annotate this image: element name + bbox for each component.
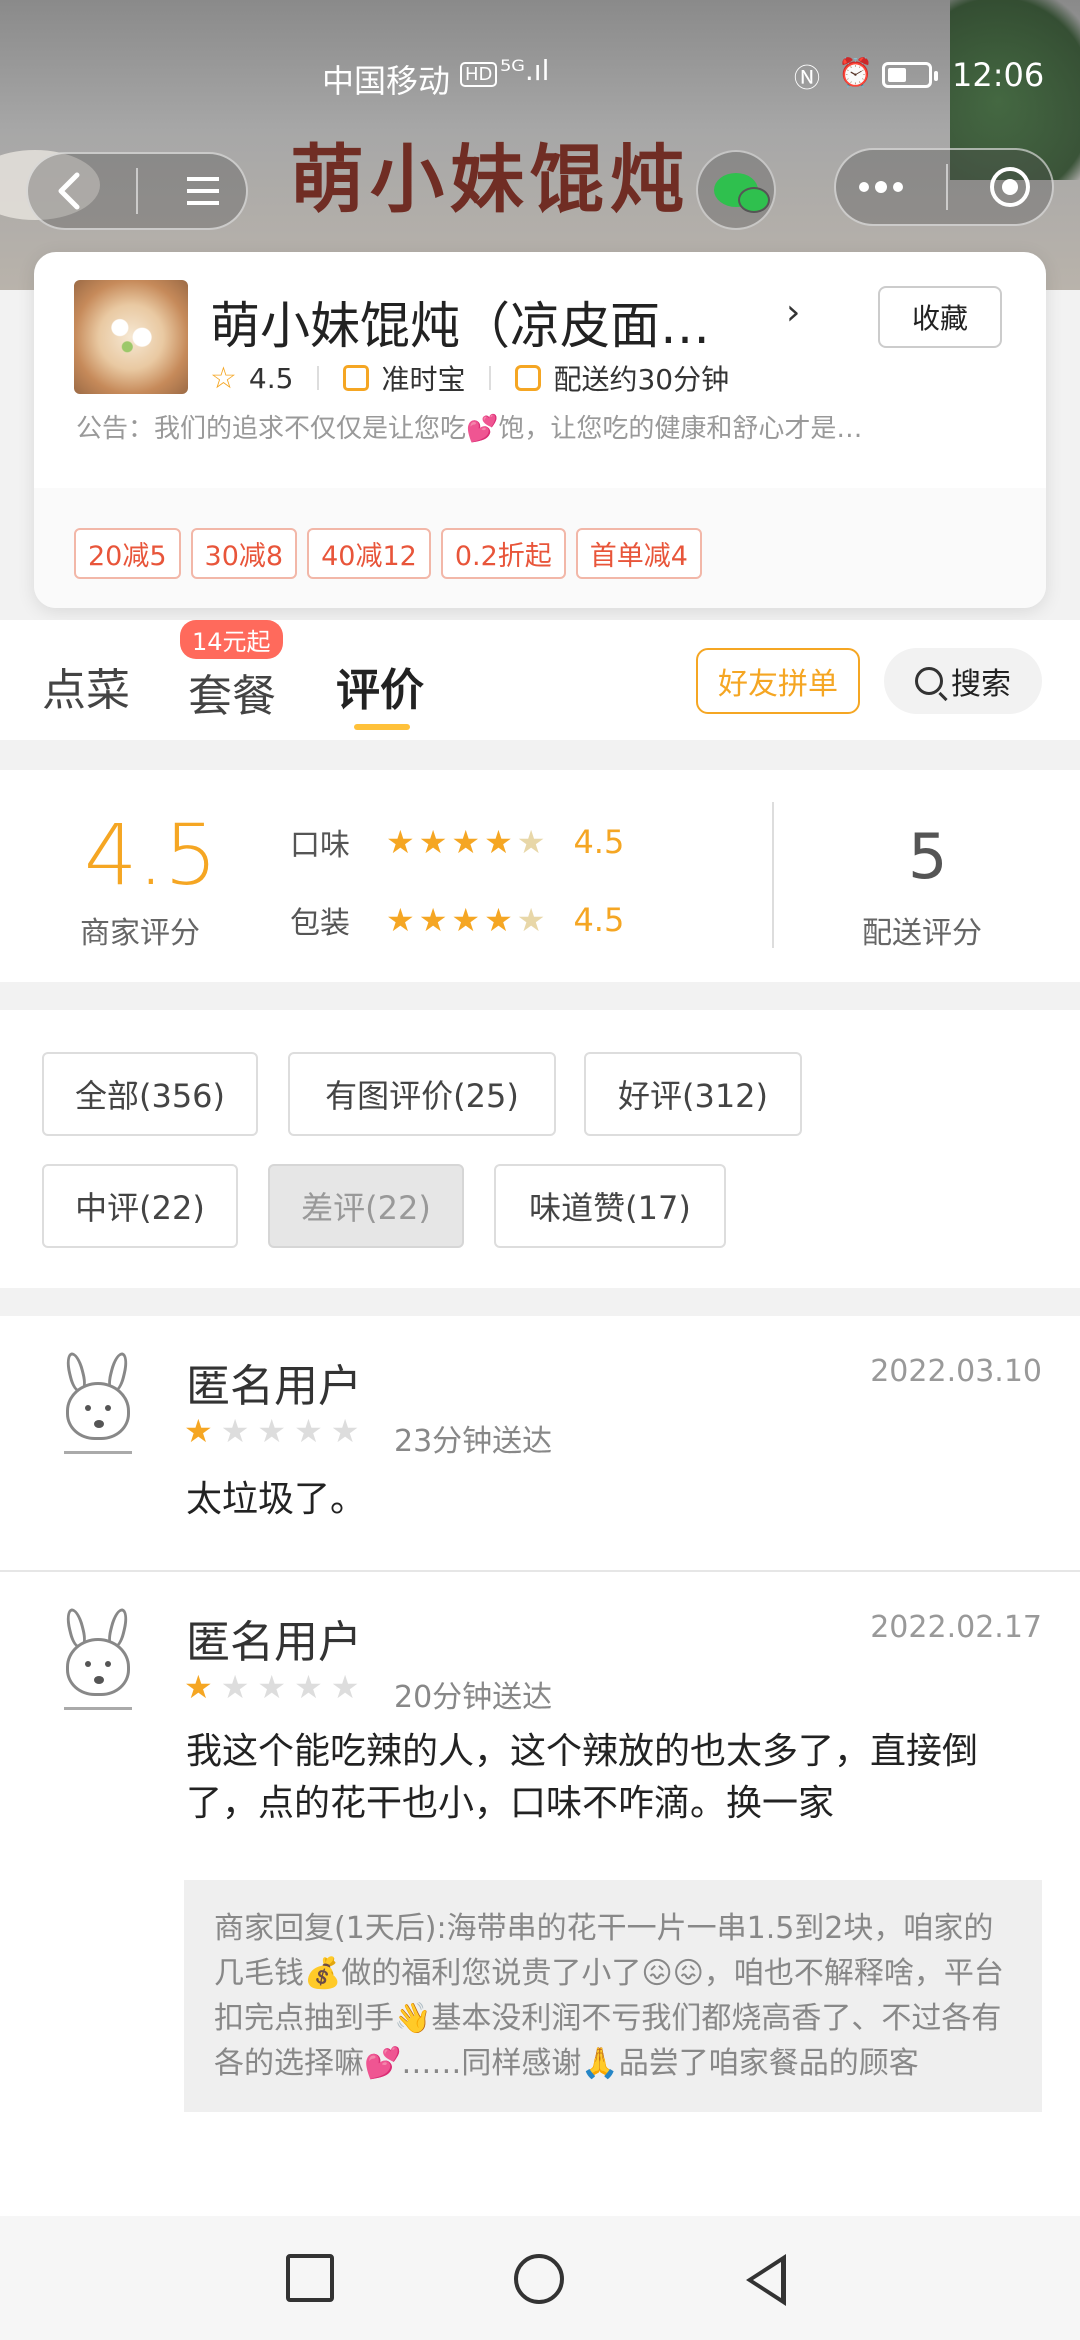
review-item: 匿名用户 2022.03.10 ★★★★★ 23分钟送达 太垃圾了。: [0, 1316, 1080, 1572]
system-nav-bar: [0, 2216, 1080, 2340]
packaging-row: 包装 ★★★★★ 4.5: [290, 898, 624, 942]
star-outline-icon: ☆: [210, 360, 237, 396]
half-star-icon: ★: [516, 901, 550, 939]
wechat-share-button[interactable]: [696, 150, 776, 230]
store-tabs: 点菜 14元起 套餐 评价 好友拼单 搜索: [0, 620, 1080, 740]
review-user: 匿名用户: [186, 1361, 362, 1412]
nav-pill: [26, 152, 248, 230]
wechat-icon: [714, 173, 770, 213]
search-label: 搜索: [951, 667, 1011, 702]
more-icon[interactable]: [856, 179, 906, 195]
filter-all[interactable]: 全部(356): [42, 1052, 258, 1136]
tab-reviews[interactable]: 评价: [336, 654, 424, 718]
meta-divider: [489, 366, 492, 390]
review-text: 我这个能吃辣的人，这个辣放的也太多了，直接倒了，点的花干也小，口味不咋滴。换一家: [186, 1731, 979, 1824]
review-text: 太垃圾了。: [186, 1479, 367, 1520]
promo-tag[interactable]: 0.2折起: [440, 528, 566, 579]
review-delivery-time: 23分钟送达: [394, 1424, 553, 1459]
taste-stars: ★★★★★: [386, 823, 550, 861]
capsule-divider: [946, 164, 948, 210]
combo-price-badge: 14元起: [180, 620, 283, 659]
filter-with-photos[interactable]: 有图评价(25): [288, 1052, 556, 1136]
delivery-time: 配送约30分钟: [553, 363, 730, 396]
search-button[interactable]: 搜索: [884, 648, 1042, 714]
filter-tasty[interactable]: 味道赞(17): [494, 1164, 726, 1248]
avatar: [60, 1350, 136, 1454]
pill-divider: [135, 168, 138, 214]
store-notice[interactable]: 公告：我们的追求不仅仅是让您吃💕饱，让您吃的健康和舒心才是…: [76, 408, 1006, 445]
tab-order[interactable]: 点菜: [42, 654, 130, 718]
store-rating: 4.5: [248, 361, 294, 395]
promo-tags: 20减5 30减8 40减12 0.2折起 首单减4: [74, 528, 702, 579]
status-bar: 中国移动 HD ⁵ᴳ.ıl Ⓝ ⏰ 12:06: [0, 48, 1080, 108]
filter-positive[interactable]: 好评(312): [584, 1052, 802, 1136]
clock-time: 12:06: [952, 56, 1045, 94]
recent-apps-button[interactable]: [286, 2254, 334, 2302]
review-item: 匿名用户 2022.02.17 ★★★★★ 20分钟送达 我这个能吃辣的人，这个…: [0, 1572, 1080, 2216]
half-star-icon: ★: [516, 823, 550, 861]
home-button[interactable]: [514, 2254, 564, 2304]
tab-active-indicator: [354, 724, 410, 730]
review-delivery-time: 20分钟送达: [394, 1680, 553, 1715]
menu-icon[interactable]: [183, 173, 223, 209]
promo-bar: 20减5 30减8 40减12 0.2折起 首单减4: [34, 488, 1046, 608]
rating-divider: [772, 802, 774, 948]
review-stars: ★★★★★: [184, 1412, 368, 1450]
hd-icon: HD: [460, 62, 498, 87]
chevron-right-icon[interactable]: ›: [786, 292, 800, 333]
clock-icon: [515, 365, 542, 391]
review-filters: 全部(356) 有图评价(25) 好评(312) 中评(22) 差评(22) 味…: [0, 1010, 1080, 1288]
promo-tag[interactable]: 20减5: [74, 528, 181, 579]
group-order-button[interactable]: 好友拼单: [696, 648, 860, 714]
nfc-icon: Ⓝ: [794, 64, 821, 94]
packaging-stars: ★★★★★: [386, 901, 550, 939]
packaging-score: 4.5: [573, 901, 625, 939]
carrier-label: 中国移动: [322, 62, 451, 100]
shield-check-icon: [343, 365, 370, 391]
close-miniapp-icon[interactable]: [988, 165, 1032, 209]
merchant-reply: 商家回复(1天后):海带串的花干一片一串1.5到2块，咱家的几毛钱💰做的福利您说…: [184, 1880, 1042, 2112]
avatar: [60, 1606, 136, 1710]
store-meta: ☆ 4.5 准时宝 配送约30分钟: [210, 358, 729, 398]
search-icon: [915, 667, 943, 695]
meta-divider: [317, 366, 320, 390]
packaging-label: 包装: [290, 906, 350, 941]
filter-negative[interactable]: 差评(22): [268, 1164, 464, 1248]
store-card: 萌小妹馄炖（凉皮面… › 收藏 ☆ 4.5 准时宝 配送约30分钟 公告：我们的…: [34, 252, 1046, 608]
back-button[interactable]: [746, 2254, 786, 2306]
miniapp-capsule: [834, 148, 1054, 226]
taste-label: 口味: [290, 828, 350, 863]
promo-tag[interactable]: 首单减4: [575, 528, 702, 579]
review-user: 匿名用户: [186, 1617, 362, 1668]
alarm-icon: ⏰: [838, 56, 873, 89]
delivery-score-label: 配送评分: [862, 916, 982, 951]
store-name[interactable]: 萌小妹馄炖（凉皮面…: [210, 286, 710, 358]
store-banner: 萌小妹馄炖: [0, 0, 1080, 290]
filter-neutral[interactable]: 中评(22): [42, 1164, 238, 1248]
back-icon[interactable]: [51, 169, 91, 213]
merchant-score-label: 商家评分: [80, 916, 200, 951]
review-stars: ★★★★★: [184, 1668, 368, 1706]
review-date: 2022.03.10: [870, 1354, 1042, 1389]
on-time-badge: 准时宝: [381, 363, 466, 396]
taste-score: 4.5: [573, 823, 625, 861]
rating-summary: 4.5 商家评分 口味 ★★★★★ 4.5 包装 ★★★★★ 4.5 5 配送评…: [0, 770, 1080, 982]
review-date: 2022.02.17: [870, 1610, 1042, 1645]
favorite-button[interactable]: 收藏: [878, 286, 1002, 348]
promo-tag[interactable]: 30减8: [190, 528, 298, 579]
review-list: 匿名用户 2022.03.10 ★★★★★ 23分钟送达 太垃圾了。 匿名用户 …: [0, 1316, 1080, 2216]
merchant-score: 4.5: [84, 806, 218, 904]
taste-row: 口味 ★★★★★ 4.5: [290, 820, 624, 864]
battery-icon: [882, 62, 938, 88]
store-sign: 萌小妹馄炖: [290, 137, 690, 223]
tab-combo[interactable]: 套餐: [188, 660, 276, 724]
store-thumbnail[interactable]: [74, 280, 188, 394]
delivery-score: 5: [908, 820, 948, 893]
promo-tag[interactable]: 40减12: [307, 528, 431, 579]
signal-icon: ⁵ᴳ.ıl: [500, 54, 550, 87]
